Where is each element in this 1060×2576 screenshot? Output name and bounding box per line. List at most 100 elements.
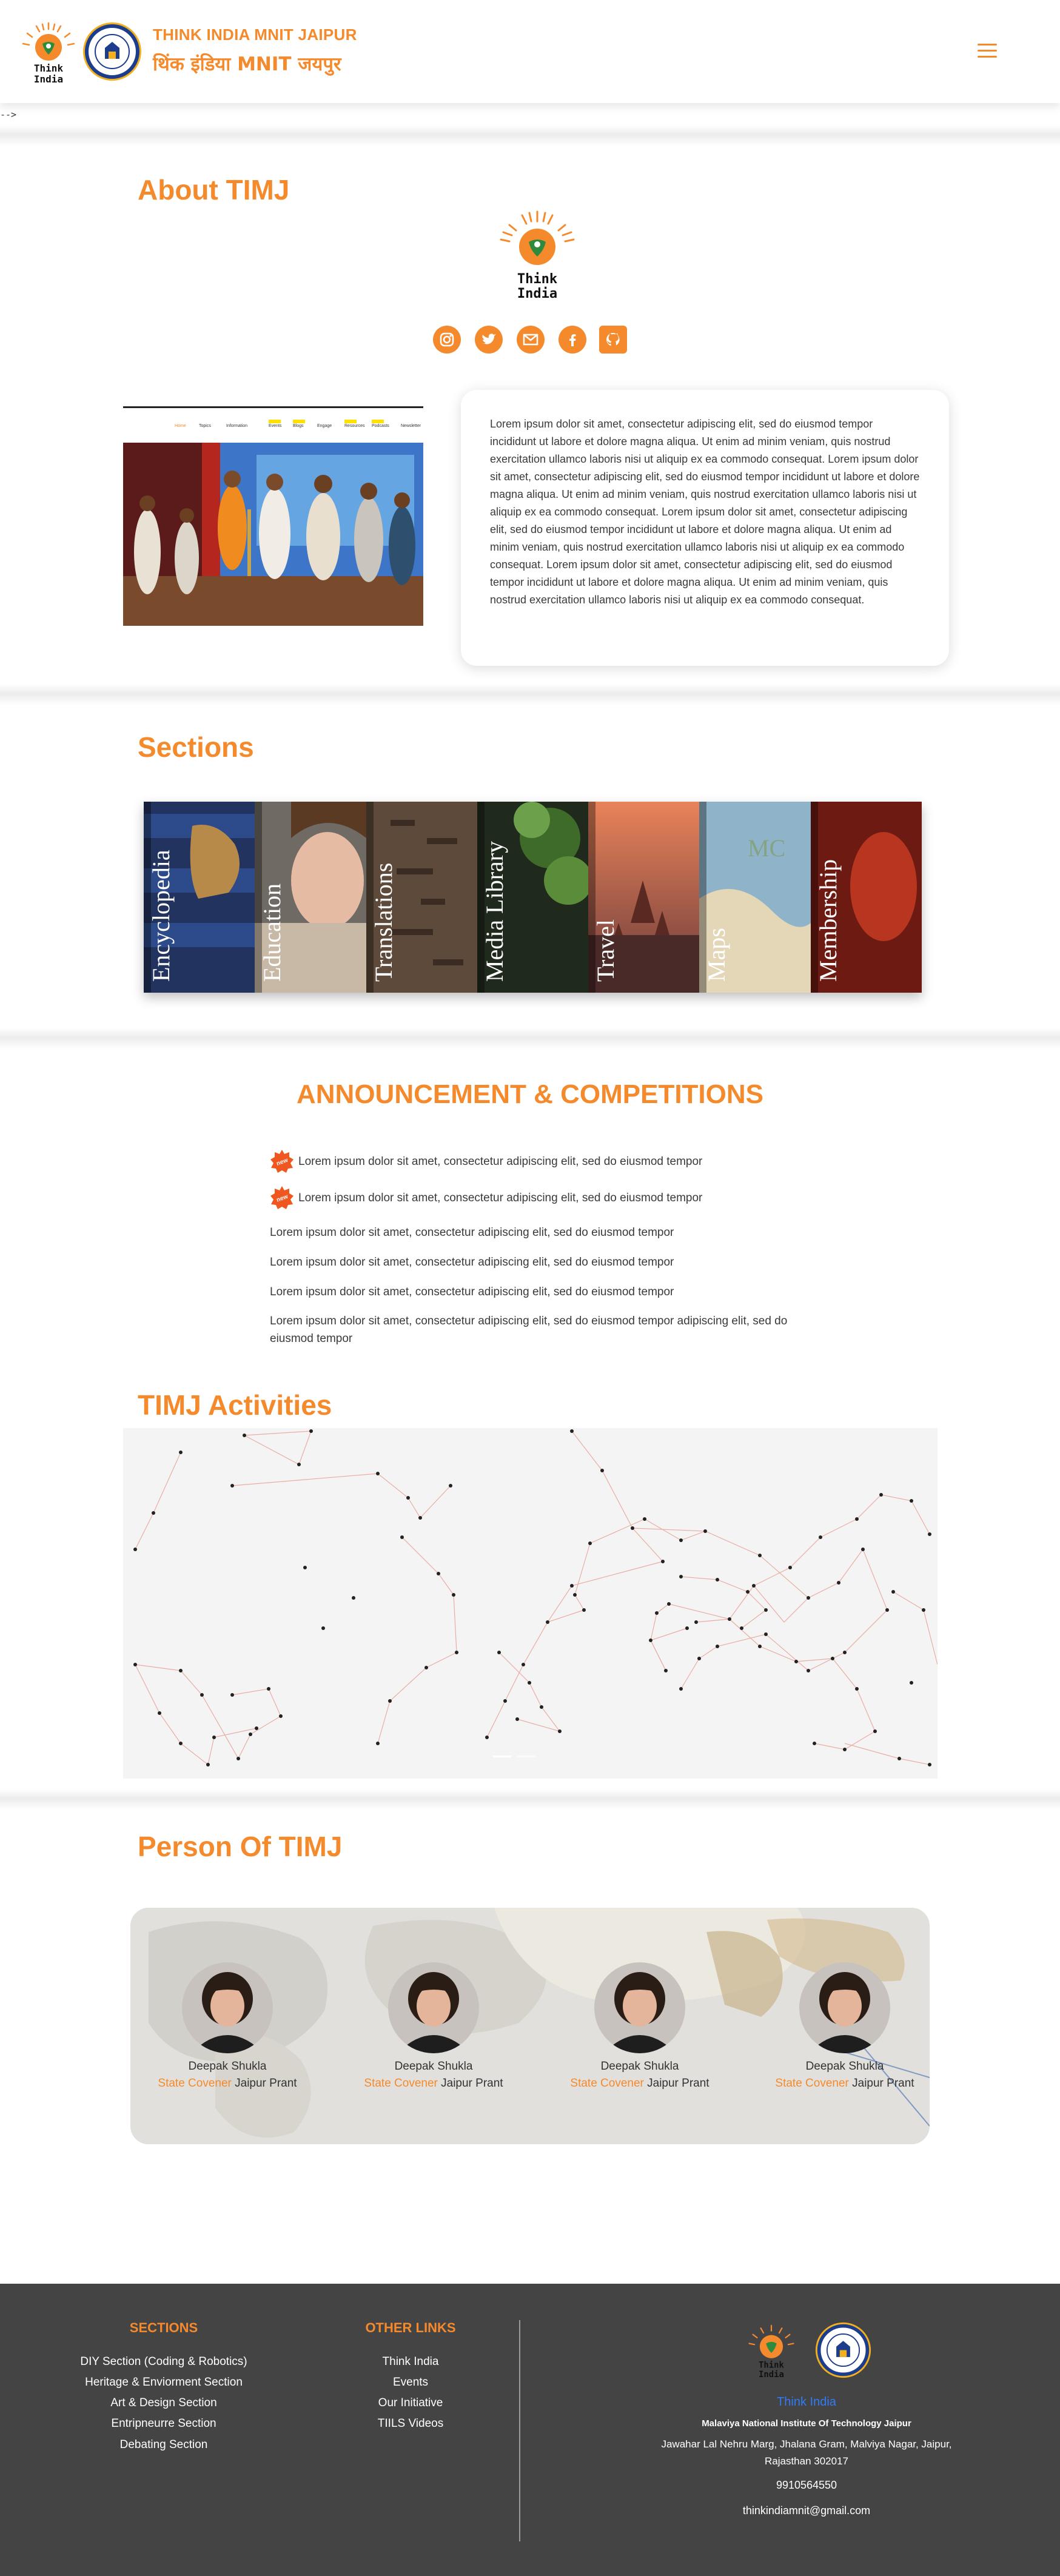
- sections-bookshelf: Encyclopedia Education Translations Medi…: [144, 802, 922, 993]
- think-india-logo[interactable]: Think India: [18, 18, 79, 88]
- book-label: Encyclopedia: [147, 850, 175, 982]
- site-header: Think India THINK INDIA MNIT JAIPUR थिंक…: [0, 0, 1060, 103]
- svg-text:Think: Think: [34, 62, 64, 74]
- person-avatar[interactable]: [182, 1962, 273, 2053]
- image-nav-item: Engage: [317, 424, 332, 428]
- image-nav-item: Podcasts: [372, 424, 389, 428]
- book-label: Media Library: [480, 840, 508, 982]
- announcement-item[interactable]: Lorem ipsum dolor sit amet, consectetur …: [270, 1253, 791, 1271]
- footer-section-link[interactable]: Art & Design Section: [42, 2397, 285, 2410]
- book-education[interactable]: Education: [255, 802, 366, 993]
- person-role-title: State Covener: [364, 2077, 438, 2090]
- think-india-logo-large: Think India: [500, 210, 575, 301]
- person-role-title: State Covener: [158, 2077, 232, 2090]
- gmail-icon[interactable]: [517, 326, 545, 354]
- about-paragraph: Lorem ipsum dolor sit amet, consectetur …: [490, 418, 920, 606]
- footer-address-line1: Jawahar Lal Nehru Marg, Jhalana Gram, Ma…: [661, 2438, 952, 2450]
- twitter-icon[interactable]: [475, 326, 503, 354]
- book-encyclopedia[interactable]: Encyclopedia: [144, 802, 255, 993]
- image-nav-item: Topics: [199, 424, 211, 428]
- footer-other-link[interactable]: Events: [320, 2376, 501, 2389]
- activities-network-banner: [123, 1428, 938, 1779]
- about-description-card: Lorem ipsum dolor sit amet, consectetur …: [461, 390, 949, 666]
- person-role-region: Jaipur Prant: [231, 2077, 297, 2090]
- footer-org-name[interactable]: Think India: [625, 2395, 988, 2409]
- image-nav-item: Blogs: [293, 424, 304, 428]
- section-divider: [0, 684, 1060, 706]
- about-event-photo: Home Topics Information Events Blogs Eng…: [123, 406, 423, 626]
- sections-title: Sections: [138, 731, 254, 763]
- brand-title-hindi[interactable]: थिंक इंडिया MNIT जयपुर: [153, 51, 341, 76]
- image-nav-item: Resources: [344, 424, 365, 428]
- footer-section-link[interactable]: Heritage & Enviorment Section: [42, 2376, 285, 2389]
- announcement-item[interactable]: Lorem ipsum dolor sit amet, consectetur …: [298, 1153, 820, 1170]
- svg-text:India: India: [34, 73, 63, 85]
- mnit-logo[interactable]: [82, 21, 143, 82]
- footer-section-link[interactable]: Debating Section: [42, 2438, 285, 2452]
- book-label: Education: [258, 883, 286, 982]
- section-divider: [0, 125, 1060, 147]
- github-icon[interactable]: [599, 326, 627, 354]
- footer-address-line2: Rajasthan 302017: [764, 2455, 848, 2467]
- footer-email[interactable]: thinkindiamnit@gmail.com: [625, 2504, 988, 2517]
- image-nav-item: Events: [269, 424, 282, 428]
- book-membership[interactable]: Membership: [810, 802, 922, 993]
- footer-sections-heading: SECTIONS: [129, 2320, 198, 2335]
- persons-title: Person Of TIMJ: [138, 1831, 343, 1862]
- announcement-item[interactable]: Lorem ipsum dolor sit amet, consectetur …: [270, 1224, 791, 1241]
- footer-think-india-logo: Think India: [748, 2324, 794, 2380]
- person-avatar[interactable]: [388, 1962, 479, 2053]
- person-avatar[interactable]: [799, 1962, 890, 2053]
- book-label: Maps: [703, 928, 731, 982]
- person-role-title: State Covener: [570, 2077, 644, 2090]
- instagram-icon[interactable]: [433, 326, 461, 354]
- book-media-library[interactable]: Media Library: [477, 802, 589, 993]
- footer-section-link[interactable]: Entripneurre Section: [42, 2417, 285, 2430]
- person-name: Deepak Shukla: [394, 2060, 473, 2073]
- announcement-item[interactable]: Lorem ipsum dolor sit amet, consectetur …: [298, 1189, 820, 1207]
- person-role-title: State Covener: [775, 2077, 849, 2090]
- section-divider: [0, 1789, 1060, 1811]
- person-role: State Covener Jaipur Prant: [143, 2077, 312, 2090]
- announcement-item[interactable]: Lorem ipsum dolor sit amet, consectetur …: [270, 1283, 791, 1301]
- book-translations[interactable]: Translations: [366, 802, 477, 993]
- footer-links-heading: OTHER LINKS: [365, 2320, 456, 2335]
- footer-section-link[interactable]: DIY Section (Coding & Robotics): [42, 2355, 285, 2369]
- svg-text:MC: MC: [748, 834, 785, 862]
- book-label: Travel: [592, 919, 620, 982]
- persons-carousel: Deepak Shukla State Covener Jaipur Prant…: [130, 1908, 930, 2144]
- logo-text-think: Think: [517, 272, 557, 287]
- svg-text:Think: Think: [759, 2361, 784, 2370]
- footer-other-link[interactable]: TIILS Videos: [320, 2417, 501, 2430]
- person-role-region: Jaipur Prant: [643, 2077, 709, 2090]
- new-badge-icon: new: [270, 1150, 294, 1173]
- svg-text:India: India: [759, 2370, 784, 2380]
- footer-other-link[interactable]: Our Initiative: [320, 2397, 501, 2410]
- image-nav-item: Information: [226, 424, 247, 428]
- footer-mnit-logo: [815, 2322, 871, 2378]
- announcements-title: ANNOUNCEMENT & COMPETITIONS: [297, 1079, 763, 1109]
- about-title: About TIMJ: [138, 174, 290, 206]
- footer-divider: [519, 2320, 520, 2541]
- book-travel[interactable]: Travel: [588, 802, 700, 993]
- menu-hamburger-icon[interactable]: [978, 44, 997, 58]
- person-avatar[interactable]: [594, 1962, 685, 2053]
- person-name: Deepak Shukla: [600, 2060, 679, 2073]
- brand-title-english[interactable]: THINK INDIA MNIT JAIPUR: [153, 25, 357, 44]
- person-role: State Covener Jaipur Prant: [760, 2077, 930, 2090]
- stray-comment-text: -->: [0, 109, 17, 120]
- person-name: Deepak Shukla: [188, 2060, 267, 2073]
- footer-phone[interactable]: 9910564550: [625, 2479, 988, 2492]
- footer-other-link[interactable]: Think India: [320, 2355, 501, 2369]
- facebook-icon[interactable]: [559, 326, 586, 354]
- image-nav-item: Newsletter: [401, 424, 421, 428]
- person-name: Deepak Shukla: [805, 2060, 884, 2073]
- announcement-item[interactable]: Lorem ipsum dolor sit amet, consectetur …: [270, 1312, 791, 1347]
- new-badge-icon: new: [270, 1186, 294, 1209]
- book-label: Membership: [814, 859, 842, 982]
- book-maps[interactable]: MC Maps: [699, 802, 811, 993]
- person-role: State Covener Jaipur Prant: [555, 2077, 725, 2090]
- site-footer: SECTIONS DIY Section (Coding & Robotics)…: [0, 2284, 1060, 2576]
- footer-institute-name: Malaviya National Institute Of Technolog…: [702, 2418, 911, 2429]
- image-nav-item: Home: [175, 424, 186, 428]
